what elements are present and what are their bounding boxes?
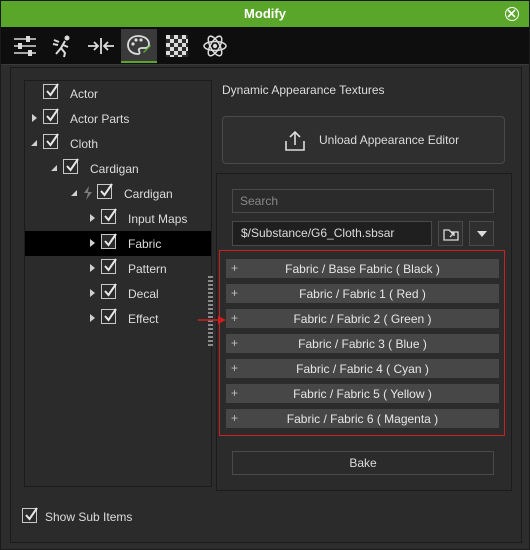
- tree-item-checkbox[interactable]: [101, 283, 117, 299]
- sbsar-path-field[interactable]: $/Substance/G6_Cloth.sbsar: [232, 221, 432, 246]
- tree-item[interactable]: Input Maps: [25, 206, 211, 231]
- check-icon: [104, 308, 117, 322]
- texture-row[interactable]: + Fabric / Fabric 5 ( Yellow ): [226, 384, 499, 403]
- tree-item-checkbox[interactable]: [43, 83, 59, 99]
- link-icon: [84, 186, 92, 200]
- texture-label: Fabric / Fabric 2 ( Green ): [293, 312, 432, 326]
- caret-collapsed-icon[interactable]: [87, 213, 97, 223]
- dropdown-button[interactable]: [469, 221, 494, 246]
- texture-label: Fabric / Fabric 1 ( Red ): [299, 287, 426, 301]
- tree-item-label: Cloth: [70, 137, 99, 151]
- check-icon: [46, 83, 59, 97]
- close-icon[interactable]: [505, 7, 519, 21]
- texture-row[interactable]: + Fabric / Base Fabric ( Black ): [226, 259, 499, 278]
- tree-item-checkbox[interactable]: [101, 208, 117, 224]
- tree-item-label: Actor: [70, 87, 99, 101]
- texture-label: Fabric / Fabric 4 ( Cyan ): [296, 362, 429, 376]
- modify-content: Actor Actor Parts Cloth Cardigan Cardigan Inp…: [10, 67, 522, 543]
- atom-physics-icon[interactable]: [197, 29, 233, 63]
- caret-collapsed-icon[interactable]: [87, 288, 97, 298]
- annotation-arrow-icon: [198, 316, 226, 324]
- check-icon: [46, 133, 59, 147]
- tree-item-checkbox[interactable]: [101, 258, 117, 274]
- motion-figure-icon[interactable]: [45, 29, 81, 63]
- open-folder-button[interactable]: [438, 221, 463, 246]
- tree-item-checkbox[interactable]: [63, 158, 79, 174]
- caret-collapsed-icon[interactable]: [87, 313, 97, 323]
- texture-list: + Fabric / Base Fabric ( Black ) + Fabric /…: [219, 250, 505, 436]
- tree-item-label: Input Maps: [128, 212, 188, 226]
- search-input[interactable]: Search: [232, 189, 494, 213]
- tree-item-checkbox[interactable]: [97, 183, 113, 199]
- sliders-icon[interactable]: [7, 29, 43, 63]
- scene-tree[interactable]: Actor Actor Parts Cloth Cardigan Cardigan Inp…: [24, 80, 212, 487]
- tree-item[interactable]: Pattern: [25, 256, 211, 281]
- caret-collapsed-icon[interactable]: [87, 263, 97, 273]
- texture-label: Fabric / Fabric 5 ( Yellow ): [293, 387, 432, 401]
- caret-collapsed-icon[interactable]: [29, 113, 39, 123]
- check-icon: [104, 258, 117, 272]
- tree-item[interactable]: Actor Parts: [25, 106, 211, 131]
- texture-label: Fabric / Base Fabric ( Black ): [285, 262, 440, 276]
- texture-label: Fabric / Fabric 6 ( Magenta ): [286, 412, 439, 426]
- window-title: Modify: [244, 6, 286, 21]
- tree-item-label: Effect: [128, 312, 159, 326]
- material-palette-icon[interactable]: [121, 29, 157, 63]
- texture-row[interactable]: + Fabric / Fabric 6 ( Magenta ): [226, 409, 499, 428]
- check-icon: [46, 108, 59, 122]
- check-icon: [66, 158, 79, 172]
- show-sub-items-checkbox[interactable]: [22, 507, 38, 523]
- caret-expanded-icon[interactable]: [49, 163, 59, 173]
- tree-item[interactable]: Decal: [25, 281, 211, 306]
- caret-expanded-icon[interactable]: [29, 138, 39, 148]
- upload-icon: [285, 130, 305, 151]
- title-bar: Modify: [1, 1, 529, 27]
- tree-item-label: Cardigan: [90, 162, 139, 176]
- check-icon: [104, 283, 117, 297]
- tree-item-label: Actor Parts: [70, 112, 130, 126]
- tree-item[interactable]: Cardigan: [25, 181, 211, 206]
- caret-expanded-icon[interactable]: [69, 188, 79, 198]
- tree-item-checkbox[interactable]: [101, 233, 117, 249]
- toolbar: [1, 27, 529, 65]
- texture-row[interactable]: + Fabric / Fabric 3 ( Blue ): [226, 334, 499, 353]
- tree-item[interactable]: Effect: [25, 306, 211, 331]
- show-sub-items-label: Show Sub Items: [45, 510, 133, 524]
- texture-row[interactable]: + Fabric / Fabric 2 ( Green ): [226, 309, 499, 328]
- tree-item[interactable]: Fabric: [25, 231, 211, 256]
- panel-title: Dynamic Appearance Textures: [222, 83, 385, 97]
- caret-collapsed-icon[interactable]: [87, 238, 97, 248]
- tree-item-checkbox[interactable]: [43, 108, 59, 124]
- open-folder-icon: [443, 229, 459, 241]
- check-icon: [104, 233, 117, 247]
- tree-item-checkbox[interactable]: [43, 133, 59, 149]
- tree-item-checkbox[interactable]: [101, 308, 117, 324]
- tree-item[interactable]: Actor: [25, 81, 211, 106]
- modify-window: Modify Actor Actor Parts Cloth Cardigan …: [0, 0, 530, 550]
- check-icon: [25, 507, 38, 521]
- tree-item-label: Cardigan: [124, 187, 173, 201]
- bake-button[interactable]: Bake: [232, 451, 494, 475]
- texture-row[interactable]: + Fabric / Fabric 1 ( Red ): [226, 284, 499, 303]
- unload-button-label: Unload Appearance Editor: [319, 133, 460, 147]
- unload-appearance-editor-button[interactable]: Unload Appearance Editor: [222, 116, 505, 164]
- check-icon: [100, 183, 113, 197]
- texture-row[interactable]: + Fabric / Fabric 4 ( Cyan ): [226, 359, 499, 378]
- tree-item-label: Fabric: [128, 237, 162, 251]
- tree-item-label: Pattern: [128, 262, 167, 276]
- texture-label: Fabric / Fabric 3 ( Blue ): [298, 337, 427, 351]
- checker-texture-icon[interactable]: [159, 29, 195, 63]
- chevron-down-icon: [477, 231, 487, 237]
- splitter-handle[interactable]: [208, 276, 213, 346]
- check-icon: [104, 208, 117, 222]
- tree-item-label: Decal: [128, 287, 159, 301]
- transform-arrows-icon[interactable]: [83, 29, 119, 63]
- tree-item[interactable]: Cloth: [25, 131, 211, 156]
- textures-panel: Search $/Substance/G6_Cloth.sbsar + Fabri…: [216, 173, 512, 491]
- tree-item[interactable]: Cardigan: [25, 156, 211, 181]
